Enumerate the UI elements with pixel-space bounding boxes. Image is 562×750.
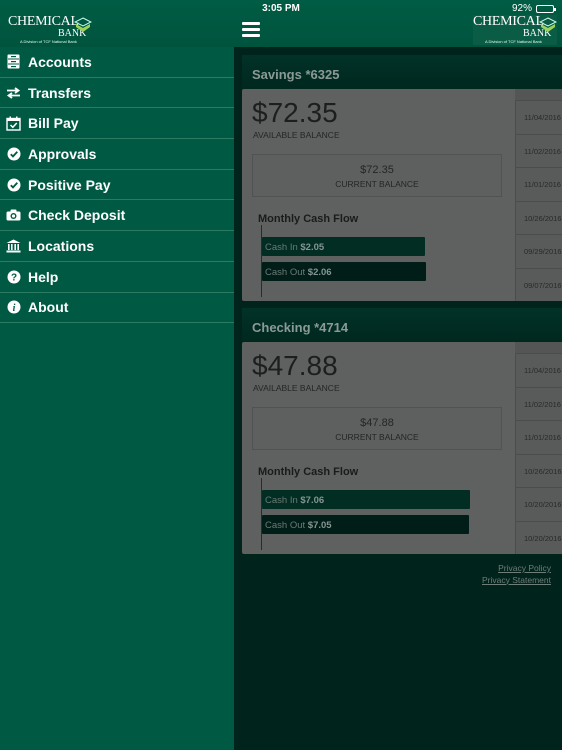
available-balance-label: AVAILABLE BALANCE <box>253 130 340 140</box>
current-balance-box: $72.35 CURRENT BALANCE <box>252 154 502 197</box>
current-balance-label: CURRENT BALANCE <box>335 432 419 442</box>
transaction-date[interactable]: 10/26/2016 <box>515 453 562 487</box>
transaction-date[interactable]: 10/26/2016 <box>515 200 562 234</box>
sidebar-item-approvals[interactable]: Approvals <box>0 139 234 170</box>
svg-text:?: ? <box>10 272 16 283</box>
cash-in-value: $7.06 <box>300 495 325 506</box>
cash-out-value: $2.06 <box>307 267 332 278</box>
calendar-check-icon <box>6 116 21 131</box>
transaction-date[interactable]: 11/01/2016 <box>515 420 562 454</box>
sidebar-item-check-deposit[interactable]: Check Deposit <box>0 200 234 232</box>
current-balance: $47.88 <box>360 417 394 429</box>
top-bar: 3:05 PM 92% CHEMICAL BANK A Division of … <box>0 0 562 47</box>
current-balance: $72.35 <box>360 164 394 176</box>
available-balance: $47.88 <box>252 350 338 381</box>
hamburger-icon <box>242 22 260 25</box>
transaction-date[interactable]: 11/02/2016 <box>515 386 562 420</box>
logo-line1: CHEMICAL <box>8 14 79 29</box>
sidebar-item-transfers[interactable]: Transfers <box>0 78 234 109</box>
cash-flow-axis <box>261 225 262 297</box>
cash-in-label: Cash In <box>265 242 298 253</box>
sidebar-item-label: Transfers <box>28 84 92 101</box>
battery-indicator: 92% <box>511 3 556 14</box>
logo-tagline: A Division of TCF National Bank <box>485 39 542 44</box>
cash-out-label: Cash Out <box>265 520 306 531</box>
cash-in-label: Cash In <box>265 495 298 506</box>
transaction-date[interactable]: 10/20/2016 <box>515 520 562 554</box>
logo-tagline: A Division of TCF National Bank <box>20 39 77 44</box>
check-badge-icon <box>6 146 21 161</box>
cash-in-value: $2.05 <box>300 242 325 253</box>
cash-flow-axis <box>261 478 262 550</box>
sidebar-item-positive-pay[interactable]: Positive Pay <box>0 170 234 201</box>
available-balance: $72.35 <box>252 97 338 128</box>
sidebar-item-label: Check Deposit <box>28 207 126 224</box>
current-balance-label: CURRENT BALANCE <box>335 179 419 189</box>
cash-out-value: $7.05 <box>307 520 332 531</box>
transaction-date[interactable]: 11/01/2016 <box>515 167 562 201</box>
status-time: 3:05 PM <box>262 3 300 14</box>
sidebar-item-locations[interactable]: Locations <box>0 231 234 262</box>
battery-icon <box>536 4 556 13</box>
account-card-checking[interactable]: $47.88 AVAILABLE BALANCE $47.88 CURRENT … <box>242 342 562 554</box>
sidebar-item-label: Positive Pay <box>28 176 111 193</box>
transaction-list: 11/04/2016 11/02/2016 11/01/2016 10/26/2… <box>515 342 562 554</box>
transaction-date[interactable]: 11/02/2016 <box>515 133 562 167</box>
sidebar-item-label: Accounts <box>28 53 92 70</box>
sidebar-item-about[interactable]: i About <box>0 293 234 324</box>
chemical-bank-logo: CHEMICAL BANK A Division of TCF National… <box>8 15 92 45</box>
sidebar-menu: Accounts Transfers Bill Pay Approvals Po… <box>0 47 234 750</box>
logo-cube-icon <box>74 17 92 32</box>
accounts-icon <box>6 54 21 69</box>
cash-out-bar: Cash Out $7.05 <box>262 515 469 534</box>
account-card-savings[interactable]: $72.35 AVAILABLE BALANCE $72.35 CURRENT … <box>242 89 562 301</box>
transaction-list: 11/04/2016 11/02/2016 11/01/2016 10/26/2… <box>515 89 562 301</box>
sidebar-item-label: Bill Pay <box>28 115 79 132</box>
sidebar-item-label: Approvals <box>28 145 97 162</box>
camera-icon <box>6 208 21 223</box>
svg-text:i: i <box>12 303 15 314</box>
privacy-statement-link[interactable]: Privacy Statement <box>482 575 551 587</box>
transaction-date[interactable]: 09/07/2016 <box>515 267 562 301</box>
sidebar-item-bill-pay[interactable]: Bill Pay <box>0 108 234 140</box>
cash-flow-title: Monthly Cash Flow <box>258 466 359 478</box>
sidebar-item-label: Help <box>28 268 59 285</box>
privacy-policy-link[interactable]: Privacy Policy <box>482 563 551 575</box>
cash-flow-title: Monthly Cash Flow <box>258 213 359 225</box>
current-balance-box: $47.88 CURRENT BALANCE <box>252 407 502 450</box>
logo-line1: CHEMICAL <box>473 14 544 29</box>
sidebar-item-label: About <box>28 299 69 316</box>
menu-button[interactable] <box>242 22 260 37</box>
sidebar-item-accounts[interactable]: Accounts <box>0 47 234 78</box>
question-icon: ? <box>6 269 21 284</box>
bank-building-icon <box>6 238 21 253</box>
transaction-date[interactable]: 09/29/2016 <box>515 234 562 268</box>
check-badge-icon <box>6 177 21 192</box>
logo-cube-icon <box>539 17 557 32</box>
accounts-overview[interactable]: Savings *6325 $72.35 AVAILABLE BALANCE $… <box>234 47 562 750</box>
battery-percent: 92% <box>511 3 532 14</box>
transfer-arrows-icon <box>6 85 21 100</box>
transaction-date[interactable]: 11/04/2016 <box>515 353 562 387</box>
chemical-bank-logo-right: CHEMICAL BANK A Division of TCF National… <box>473 15 557 45</box>
transaction-date[interactable]: 11/04/2016 <box>515 100 562 134</box>
cash-out-bar: Cash Out $2.06 <box>262 262 426 281</box>
footer-links: Privacy Policy Privacy Statement <box>482 563 551 586</box>
available-balance-label: AVAILABLE BALANCE <box>253 383 340 393</box>
cash-in-bar: Cash In $7.06 <box>262 490 470 509</box>
sidebar-item-label: Locations <box>28 237 95 254</box>
sidebar-item-help[interactable]: ? Help <box>0 262 234 293</box>
cash-in-bar: Cash In $2.05 <box>262 237 425 256</box>
info-icon: i <box>6 300 21 315</box>
cash-out-label: Cash Out <box>265 267 306 278</box>
transaction-date[interactable]: 10/20/2016 <box>515 487 562 521</box>
